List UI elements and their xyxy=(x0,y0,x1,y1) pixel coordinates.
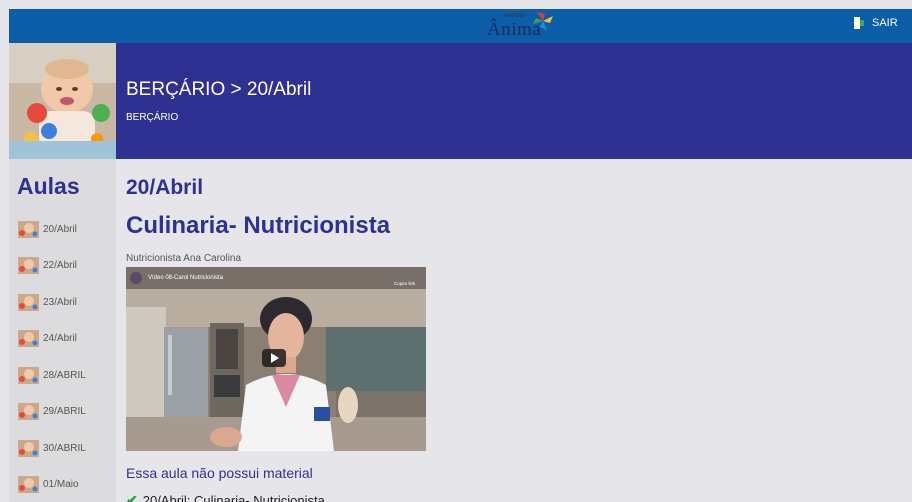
video-frame xyxy=(126,267,426,451)
top-bar: Instituto Ânima SAIR xyxy=(9,9,912,43)
sidebar-item-30-abril[interactable]: 30/ABRIL xyxy=(18,430,86,467)
sidebar-item-label: 23/Abril xyxy=(43,296,77,308)
sidebar-item-01-maio[interactable]: 01/Maio xyxy=(18,467,86,502)
sidebar-item-28-abril[interactable]: 28/ABRIL xyxy=(18,357,86,394)
lesson-thumbnail-icon xyxy=(18,220,39,238)
completed-lesson-label: 20/Abril: Culinaria- Nutricionista xyxy=(142,493,325,502)
completed-lesson-item[interactable]: ✔ 20/Abril: Culinaria- Nutricionista xyxy=(126,492,325,502)
pinwheel-icon xyxy=(533,12,553,30)
lesson-thumbnail-icon xyxy=(18,476,39,494)
lesson-thumbnail-icon xyxy=(18,366,39,384)
sidebar-item-20-abril[interactable]: 20/Abril xyxy=(18,211,86,248)
check-icon: ✔ xyxy=(126,492,138,502)
sidebar-item-label: 30/ABRIL xyxy=(43,442,86,454)
sidebar-item-label: 22/Abril xyxy=(43,260,77,272)
lesson-thumbnail-icon xyxy=(18,330,39,348)
sidebar-item-22-abril[interactable]: 22/Abril xyxy=(18,248,86,285)
logout-icon xyxy=(854,17,864,29)
main-content: 20/Abril Culinaria- Nutricionista Nutric… xyxy=(126,159,912,502)
sidebar-item-24-abril[interactable]: 24/Abril xyxy=(18,321,86,358)
sidebar: Aulas 20/Abril 22/Abril 23/Abril 24/Abri… xyxy=(9,159,116,502)
lesson-thumbnail-icon xyxy=(18,257,39,275)
sidebar-item-label: 20/Abril xyxy=(43,223,77,235)
banner-subtitle: BERÇÁRIO xyxy=(126,112,179,123)
baby-photo xyxy=(9,43,116,159)
lesson-thumbnail-icon xyxy=(18,403,39,421)
anima-logo[interactable]: Instituto Ânima xyxy=(487,10,557,42)
page-frame: Instituto Ânima SAIR BERÇÁRIO > 20/Abril… xyxy=(9,9,912,502)
sidebar-item-label: 28/ABRIL xyxy=(43,369,86,381)
logout-button[interactable]: SAIR xyxy=(854,17,898,29)
lesson-list: 20/Abril 22/Abril 23/Abril 24/Abril 28/A… xyxy=(18,211,86,502)
video-player[interactable]: Vídeo 08-Carol Nutricionista Copiar link xyxy=(126,267,426,451)
lesson-thumbnail-icon xyxy=(18,293,39,311)
copy-link-button[interactable]: Copiar link xyxy=(394,281,415,286)
sidebar-item-label: 24/Abril xyxy=(43,333,77,345)
page-banner: BERÇÁRIO > 20/Abril BERÇÁRIO xyxy=(9,43,912,159)
sidebar-heading: Aulas xyxy=(17,173,80,199)
logout-label: SAIR xyxy=(872,17,898,29)
sidebar-item-label: 29/ABRIL xyxy=(43,406,86,418)
banner-title: BERÇÁRIO > 20/Abril xyxy=(126,79,312,100)
no-material-text: Essa aula não possui material xyxy=(126,465,313,481)
sidebar-item-29-abril[interactable]: 29/ABRIL xyxy=(18,394,86,431)
lesson-date-title: 20/Abril xyxy=(126,176,204,199)
lesson-title: Culinaria- Nutricionista xyxy=(126,212,391,239)
sidebar-item-label: 01/Maio xyxy=(43,479,79,491)
lesson-thumbnail-icon xyxy=(18,439,39,457)
sidebar-item-23-abril[interactable]: 23/Abril xyxy=(18,284,86,321)
video-title: Vídeo 08-Carol Nutricionista xyxy=(148,275,224,281)
lesson-subtitle: Nutricionista Ana Carolina xyxy=(126,253,242,264)
